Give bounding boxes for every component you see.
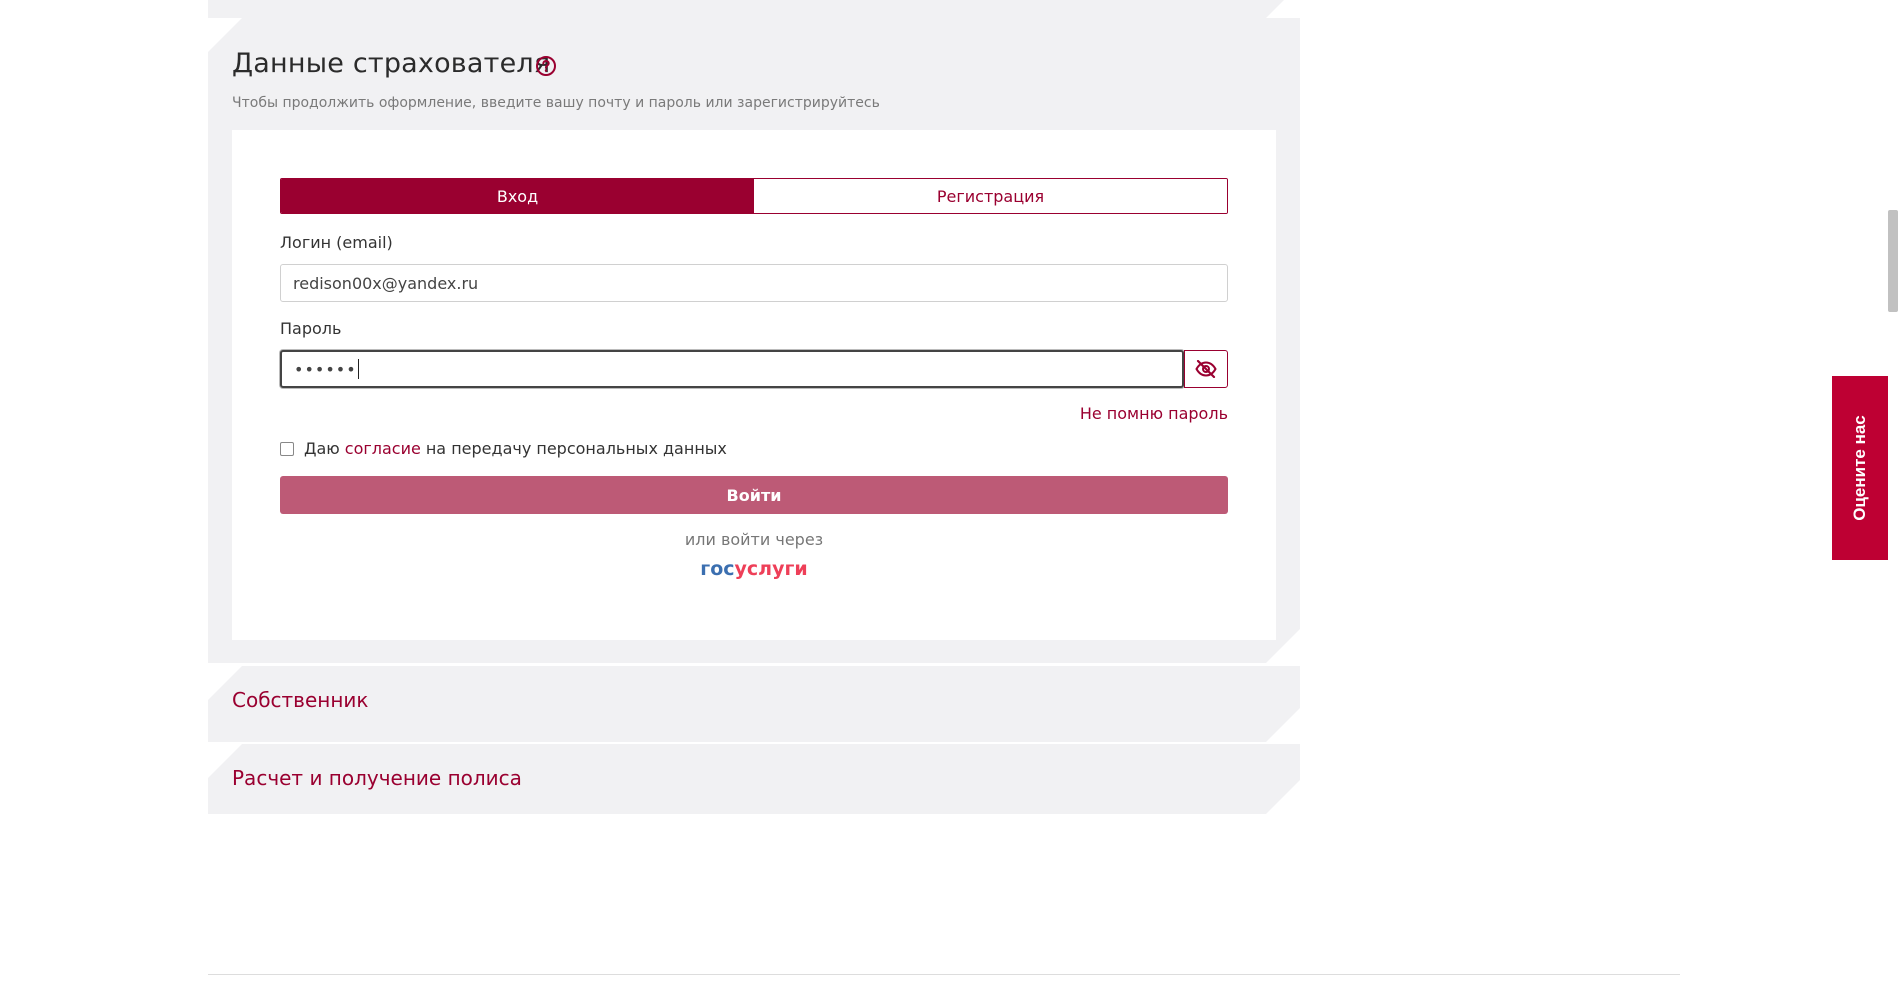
forgot-password-link[interactable]: Не помню пароль — [1080, 404, 1228, 423]
login-email-input[interactable]: redison00x@yandex.ru — [280, 264, 1228, 302]
login-label: Логин (email) — [280, 233, 393, 252]
owner-section-title[interactable]: Собственник — [232, 688, 369, 712]
owner-section[interactable]: Собственник — [208, 666, 1300, 742]
alt-login-label: или войти через — [684, 530, 824, 549]
auth-tabs: Вход Регистрация — [280, 178, 1228, 214]
feedback-tab[interactable]: Оцените нас — [1832, 376, 1888, 560]
login-email-value: redison00x@yandex.ru — [293, 273, 479, 293]
consent-row: Даю согласие на передачу персональных да… — [280, 439, 727, 458]
calc-section[interactable]: Расчет и получение полиса — [208, 744, 1300, 814]
password-input[interactable]: •••••• — [280, 350, 1184, 388]
password-visibility-toggle[interactable] — [1184, 350, 1228, 388]
section-subtitle: Чтобы продолжить оформление, введите ваш… — [232, 95, 880, 111]
feedback-tab-label: Оцените нас — [1850, 415, 1869, 521]
gosuslugi-login-link[interactable]: госуслуги — [280, 558, 1228, 580]
login-card: Вход Регистрация Логин (email) redison00… — [232, 130, 1276, 640]
footer-divider — [208, 974, 1680, 975]
consent-checkbox[interactable] — [280, 442, 294, 456]
password-mask: •••••• — [294, 359, 357, 379]
consent-link[interactable]: согласие — [345, 439, 421, 458]
previous-section-bottom — [208, 0, 1300, 18]
consent-suffix: на передачу персональных данных — [425, 439, 727, 458]
section-title: Данные страхователя — [232, 48, 551, 79]
text-caret — [358, 359, 359, 379]
calc-section-title[interactable]: Расчет и получение полиса — [232, 766, 522, 790]
password-label: Пароль — [280, 319, 342, 338]
tab-login[interactable]: Вход — [281, 179, 754, 213]
consent-prefix: Даю — [304, 439, 340, 458]
gosuslugi-logo-part1: гос — [700, 558, 735, 580]
page-scrollbar[interactable] — [1888, 210, 1898, 312]
eye-slash-icon — [1195, 360, 1217, 378]
tab-registration[interactable]: Регистрация — [754, 179, 1227, 213]
login-submit-button[interactable]: Войти — [280, 476, 1228, 514]
insurer-section: Данные страхователя Чтобы продолжить офо… — [208, 18, 1300, 663]
question-circle-icon[interactable] — [535, 55, 557, 77]
gosuslugi-logo-part2: услуги — [734, 558, 808, 580]
